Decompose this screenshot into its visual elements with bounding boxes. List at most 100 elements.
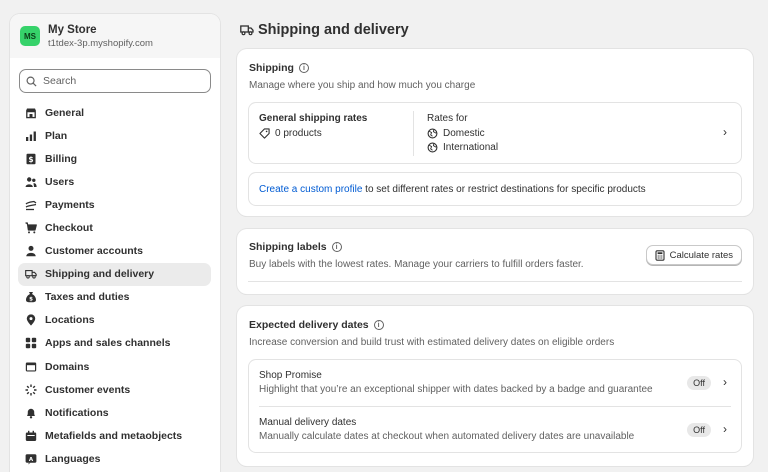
svg-text:$: $ (29, 297, 33, 303)
store-domain: t1tdex-3p.myshopify.com (48, 37, 153, 49)
shop-promise-title: Shop Promise (259, 370, 322, 381)
sidebar-item-label: Locations (45, 314, 95, 327)
delivery-dates-subtitle: Increase conversion and build trust with… (249, 337, 615, 348)
info-icon[interactable]: i (331, 242, 342, 252)
sidebar-item-taxes-and-duties[interactable]: $ Taxes and duties (18, 286, 211, 309)
sidebar-item-customer-events[interactable]: Customer events (18, 378, 211, 401)
shipping-labels-title: Shipping labels i (249, 241, 584, 253)
store-avatar: MS (20, 26, 40, 46)
delivery-dates-title-text: Expected delivery dates (249, 319, 369, 331)
store-icon (25, 107, 37, 119)
chevron-right-icon[interactable]: › (723, 375, 727, 389)
delivery-dates-card: Expected delivery dates i Increase conve… (237, 306, 753, 466)
sidebar-item-label: Users (45, 175, 75, 188)
calculate-rates-button[interactable]: Calculate rates (645, 245, 742, 265)
truck-icon (25, 268, 37, 280)
sidebar-item-label: Taxes and duties (45, 291, 130, 304)
sidebar-item-domains[interactable]: Domains (18, 355, 211, 378)
taxes-icon: $ (25, 291, 37, 303)
divider (413, 111, 414, 156)
events-icon (25, 384, 37, 396)
zone-international-text: International (443, 142, 499, 153)
sidebar-item-label: Customer events (45, 383, 131, 396)
sidebar-item-label: Checkout (45, 222, 93, 235)
sidebar-item-general[interactable]: General (18, 101, 211, 124)
sidebar-item-label: Plan (45, 129, 68, 142)
create-custom-profile-link[interactable]: Create a custom profile (259, 184, 362, 195)
globe-icon (427, 142, 438, 153)
settings-sidebar: MS My Store t1tdex-3p.myshopify.com Sear… (10, 14, 220, 472)
shipping-title: Shipping i (249, 62, 475, 74)
shipping-subtitle: Manage where you ship and how much you c… (249, 80, 476, 91)
rates-for-label: Rates for (427, 113, 468, 124)
delivery-options-list: Shop Promise Highlight that you’re an ex… (248, 359, 742, 453)
zone-domestic-text: Domestic (443, 128, 485, 139)
products-count-text: 0 products (275, 128, 322, 139)
location-pin-icon (25, 314, 37, 326)
sidebar-item-label: Apps and sales channels (45, 337, 171, 350)
globe-icon (427, 128, 438, 139)
sidebar-item-label: General (45, 106, 85, 119)
sidebar-item-languages[interactable]: A Languages (18, 447, 211, 470)
general-rates-row[interactable]: General shipping rates 0 products Rates … (248, 102, 742, 164)
search-input[interactable]: Search (19, 69, 211, 93)
shipping-labels-title-text: Shipping labels (249, 241, 327, 253)
sidebar-item-payments[interactable]: Payments (18, 193, 211, 216)
shipping-labels-card: Shipping labels i Buy labels with the lo… (237, 229, 753, 294)
payments-icon (25, 199, 37, 211)
sidebar-item-locations[interactable]: Locations (18, 309, 211, 332)
info-icon[interactable]: i (298, 63, 309, 73)
tag-icon (259, 128, 270, 139)
sidebar-item-shipping-and-delivery[interactable]: Shipping and delivery (18, 262, 211, 286)
users-icon (25, 176, 37, 188)
chevron-right-icon[interactable]: › (723, 125, 727, 139)
store-switcher[interactable]: MS My Store t1tdex-3p.myshopify.com (10, 14, 220, 58)
svg-text:A: A (29, 457, 34, 463)
status-badge: Off (687, 423, 711, 437)
sidebar-item-label: Notifications (45, 406, 109, 419)
sidebar-item-checkout[interactable]: Checkout (18, 216, 211, 239)
info-icon[interactable]: i (373, 320, 384, 330)
sidebar-item-label: Languages (45, 452, 101, 465)
sidebar-item-billing[interactable]: $ Billing (18, 147, 211, 170)
bell-icon (25, 407, 37, 419)
sidebar-item-label: Customer accounts (45, 245, 144, 258)
settings-nav: General Plan $ Billing Users Payments Checkout… (18, 101, 211, 471)
shop-promise-row[interactable]: Shop Promise Highlight that you’re an ex… (249, 360, 741, 406)
general-rates-title: General shipping rates (259, 113, 368, 124)
custom-profile-text: to set different rates or restrict desti… (362, 183, 646, 195)
sidebar-item-metafields-and-metaobjects[interactable]: Metafields and metaobjects (18, 424, 211, 447)
sidebar-item-users[interactable]: Users (18, 170, 211, 193)
calculate-rates-label: Calculate rates (669, 249, 733, 261)
delivery-dates-title: Expected delivery dates i (249, 319, 614, 331)
page-title: Shipping and delivery (240, 22, 409, 38)
shipping-card: Shipping i Manage where you ship and how… (237, 49, 753, 216)
sidebar-item-label: Shipping and delivery (45, 268, 155, 281)
sidebar-item-plan[interactable]: Plan (18, 124, 211, 147)
domains-icon (25, 361, 37, 373)
sidebar-item-label: Metafields and metaobjects (45, 429, 183, 442)
metafields-icon (25, 430, 37, 442)
calculator-icon (655, 249, 665, 261)
languages-icon: A (25, 453, 37, 465)
search-icon (26, 76, 37, 87)
divider (248, 281, 742, 282)
zone-domestic: Domestic (427, 128, 498, 139)
sidebar-item-customer-accounts[interactable]: Customer accounts (18, 240, 211, 263)
sidebar-item-notifications[interactable]: Notifications (18, 401, 211, 424)
sidebar-item-label: Payments (45, 198, 95, 211)
truck-icon (240, 25, 254, 36)
shop-promise-desc: Highlight that you’re an exceptional shi… (259, 384, 653, 395)
chevron-right-icon[interactable]: › (723, 422, 727, 436)
zone-international: International (427, 142, 498, 153)
shipping-labels-subtitle: Buy labels with the lowest rates. Manage… (249, 259, 584, 270)
manual-delivery-desc: Manually calculate dates at checkout whe… (259, 431, 635, 442)
custom-profile-row: Create a custom profile to set different… (248, 172, 742, 206)
billing-icon: $ (25, 153, 37, 165)
manual-delivery-dates-row[interactable]: Manual delivery dates Manually calculate… (249, 407, 741, 453)
plan-chart-icon (25, 130, 37, 142)
search-placeholder: Search (43, 75, 77, 87)
sidebar-item-label: Domains (45, 360, 90, 373)
sidebar-item-apps-and-sales-channels[interactable]: Apps and sales channels (18, 332, 211, 355)
apps-icon (25, 337, 37, 349)
